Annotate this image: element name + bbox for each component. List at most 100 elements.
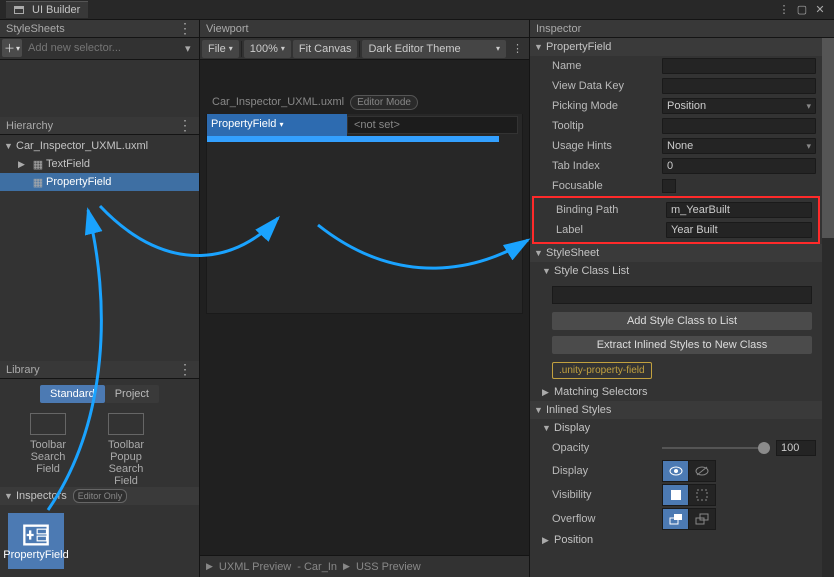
stylesheets-toolbar: ＋▾ ▾ — [0, 38, 199, 60]
field-usage-hints: Usage Hints None — [530, 136, 822, 156]
library-item-toolbar-popup-search[interactable]: Toolbar Popup Search Field — [96, 413, 156, 487]
stylesheet-section-header[interactable]: ▼ StyleSheet — [530, 244, 822, 262]
viewport-header: Viewport — [200, 20, 529, 38]
tab-project[interactable]: Project — [105, 385, 159, 403]
library-tile-label: PropertyField — [3, 549, 68, 561]
display-none-icon[interactable] — [689, 461, 715, 481]
tab-index-input[interactable]: 0 — [662, 158, 816, 174]
foldout-arrow-icon[interactable]: ▶ — [343, 561, 350, 572]
window-title: UI Builder — [32, 4, 80, 16]
uxml-preview-label[interactable]: UXML Preview — [219, 561, 291, 573]
section-label: Display — [554, 422, 590, 434]
foldout-arrow-icon[interactable]: ▶ — [206, 561, 213, 572]
overflow-hidden-icon[interactable] — [689, 509, 715, 529]
display-section-header[interactable]: ▼ Display — [530, 419, 822, 437]
display-toggle — [662, 460, 716, 482]
position-section-header[interactable]: ▶ Position — [530, 531, 822, 549]
visibility-visible-icon[interactable] — [663, 485, 689, 505]
library-item-label: Toolbar Popup Search Field — [96, 439, 156, 487]
extract-styles-button[interactable]: Extract Inlined Styles to New Class — [552, 336, 812, 354]
element-icon: ▦ — [30, 176, 46, 189]
matching-selectors-header[interactable]: ▶ Matching Selectors — [530, 383, 822, 401]
library-tile-propertyfield[interactable]: PropertyField — [8, 513, 64, 569]
usage-hints-dropdown[interactable]: None — [662, 138, 816, 154]
section-label: Matching Selectors — [554, 386, 648, 398]
library-menu-icon[interactable]: ⋮ — [178, 361, 193, 378]
window-tab[interactable]: UI Builder — [6, 1, 88, 18]
view-data-key-input[interactable] — [662, 78, 816, 94]
display-flex-icon[interactable] — [663, 461, 689, 481]
propertyfield-section-header[interactable]: ▼ PropertyField — [530, 38, 822, 56]
field-label: Binding Path — [556, 204, 666, 216]
fit-canvas-button[interactable]: Fit Canvas — [293, 40, 358, 58]
hierarchy-item-textfield[interactable]: ▶ ▦ TextField — [0, 155, 199, 173]
scrollbar-thumb[interactable] — [822, 38, 834, 238]
expand-arrow-icon[interactable]: ▶ — [18, 159, 30, 170]
focusable-checkbox[interactable] — [662, 179, 676, 193]
file-menu-button[interactable]: File▾ — [202, 40, 239, 58]
class-name-input[interactable] — [552, 286, 812, 304]
hierarchy-item-propertyfield[interactable]: ▦ PropertyField — [0, 173, 199, 191]
highlighted-fields-box: Binding Path m_YearBuilt Label Year Buil… — [532, 196, 820, 244]
selector-input[interactable] — [22, 42, 185, 54]
visibility-row: Visibility — [530, 483, 822, 507]
opacity-value[interactable]: 100 — [776, 440, 816, 456]
class-pill[interactable]: .unity-property-field — [552, 362, 652, 379]
foldout-arrow-icon: ▼ — [534, 405, 546, 415]
add-style-class-button[interactable]: Add Style Class to List — [552, 312, 812, 330]
expand-arrow-icon[interactable]: ▼ — [4, 141, 16, 151]
foldout-arrow-icon: ▼ — [542, 266, 554, 276]
display-row: Display — [530, 459, 822, 483]
field-label: Usage Hints — [552, 140, 662, 152]
inspector-scrollbar[interactable] — [822, 38, 834, 577]
library-header: Library ⋮ — [0, 361, 199, 379]
slider-thumb[interactable] — [758, 442, 770, 454]
tab-standard[interactable]: Standard — [40, 385, 105, 403]
inlined-styles-header[interactable]: ▼ Inlined Styles — [530, 401, 822, 419]
kebab-icon[interactable]: ⋮ — [776, 3, 792, 17]
field-picking-mode: Picking Mode Position — [530, 96, 822, 116]
uss-preview-label[interactable]: USS Preview — [356, 561, 421, 573]
label-input[interactable]: Year Built — [666, 222, 812, 238]
name-input[interactable] — [662, 58, 816, 74]
hierarchy-header: Hierarchy ⋮ — [0, 117, 199, 135]
section-label: PropertyField — [546, 41, 611, 53]
viewport-menu-icon[interactable]: ⋮ — [508, 42, 527, 55]
editor-mode-badge: Editor Mode — [350, 95, 418, 110]
canvas-field-value[interactable]: <not set> — [347, 116, 518, 134]
theme-dropdown[interactable]: Dark Editor Theme▾ — [362, 40, 506, 58]
tooltip-input[interactable] — [662, 118, 816, 134]
inspectors-foldout[interactable]: ▼ Inspectors Editor Only — [0, 487, 199, 505]
field-label: Tooltip — [552, 120, 662, 132]
inspector-body: ▼ PropertyField Name View Data Key Picki… — [530, 38, 822, 577]
style-class-list-header[interactable]: ▼ Style Class List — [530, 262, 822, 280]
picking-mode-dropdown[interactable]: Position — [662, 98, 816, 114]
hierarchy-menu-icon[interactable]: ⋮ — [178, 117, 193, 134]
overflow-visible-icon[interactable] — [663, 509, 689, 529]
canvas-body[interactable]: PropertyField ▾ <not set> — [206, 114, 523, 314]
editor-only-badge: Editor Only — [73, 489, 128, 503]
selector-dropdown-icon[interactable]: ▾ — [185, 42, 199, 55]
maximize-icon[interactable]: ▢ — [794, 3, 810, 17]
library-body: Standard Project Toolbar Search Field To… — [0, 379, 199, 577]
hierarchy-root[interactable]: ▼ Car_Inspector_UXML.uxml — [0, 137, 199, 155]
opacity-slider[interactable] — [662, 447, 770, 449]
canvas-propertyfield-row[interactable]: PropertyField ▾ <not set> — [207, 114, 522, 136]
visibility-hidden-icon[interactable] — [689, 485, 715, 505]
binding-path-input[interactable]: m_YearBuilt — [666, 202, 812, 218]
field-label: Label — [556, 224, 666, 236]
preview-bar: ▶ UXML Preview - Car_In ▶ USS Preview — [200, 555, 529, 577]
field-label: Label Year Built — [534, 220, 818, 240]
library-item-toolbar-search[interactable]: Toolbar Search Field — [18, 413, 78, 487]
window-titlebar: UI Builder ⋮ ▢ ✕ — [0, 0, 834, 20]
add-selector-button[interactable]: ＋▾ — [2, 39, 22, 57]
field-view-data-key: View Data Key — [530, 76, 822, 96]
library-item-label: Toolbar Search Field — [18, 439, 78, 475]
window-icon — [14, 6, 24, 14]
stylesheets-menu-icon[interactable]: ⋮ — [178, 20, 193, 37]
viewport-canvas-area[interactable]: Car_Inspector_UXML.uxml Editor Mode Prop… — [200, 60, 529, 555]
field-label: Visibility — [552, 489, 662, 501]
close-icon[interactable]: ✕ — [812, 3, 828, 17]
foldout-arrow-icon: ▼ — [534, 42, 546, 52]
zoom-dropdown[interactable]: 100%▾ — [244, 40, 291, 58]
